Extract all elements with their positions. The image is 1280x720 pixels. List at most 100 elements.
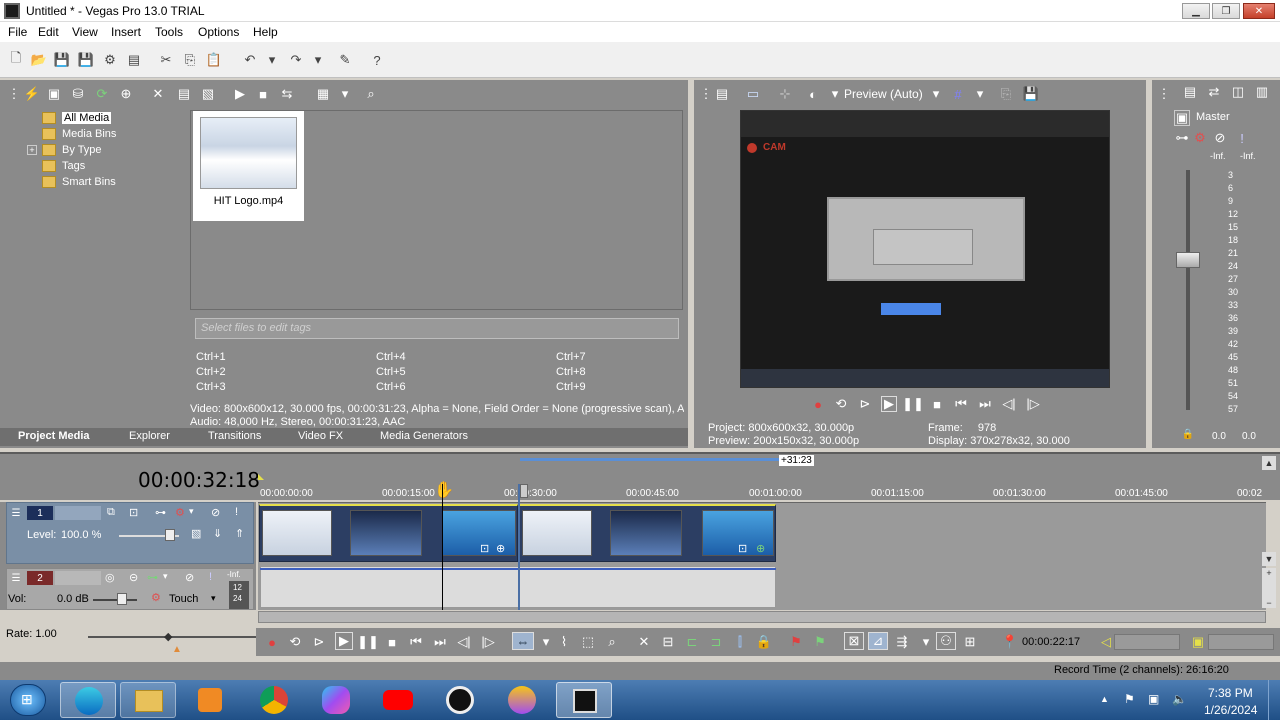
volume-slider-handle[interactable] xyxy=(117,593,127,605)
tab-project-media[interactable]: Project Media xyxy=(18,430,90,442)
show-desktop-button[interactable] xyxy=(1268,680,1280,720)
get-media-icon[interactable]: ⛁ xyxy=(70,86,86,102)
save-snapshot-icon[interactable]: 💾 xyxy=(1023,86,1039,102)
vegas-app-icon[interactable] xyxy=(4,3,20,19)
fader-lock-icon[interactable]: 🔒 xyxy=(1180,426,1196,442)
zoom-tool-icon[interactable]: ⌕ xyxy=(604,634,620,650)
minimize-button[interactable]: ▁ xyxy=(1182,3,1210,19)
master-fx-icon[interactable]: ▣ xyxy=(1174,110,1190,126)
volume-icon[interactable]: 🔈 xyxy=(1172,692,1187,706)
time-display[interactable]: 00:00:32:18 xyxy=(138,468,260,492)
tree-item-all-media[interactable]: All Media xyxy=(42,110,112,126)
taskbar-audio-app[interactable] xyxy=(494,682,550,718)
go-to-start-icon[interactable]: ⏮ xyxy=(408,634,424,650)
next-frame-icon[interactable]: |▷ xyxy=(480,634,496,650)
media-properties-icon[interactable]: ▤ xyxy=(176,86,192,102)
tab-explorer[interactable]: Explorer xyxy=(129,430,170,442)
scroll-down-icon[interactable]: ▼ xyxy=(1262,552,1276,566)
zoom-out-icon[interactable]: − xyxy=(1266,598,1271,608)
selection-tool-icon[interactable]: ⬚ xyxy=(580,634,596,650)
master-mute-icon[interactable]: ⊘ xyxy=(1212,130,1228,146)
play-media-icon[interactable]: ▶ xyxy=(232,86,248,102)
rate-slider[interactable] xyxy=(88,636,258,638)
invert-phase-icon[interactable]: ⊝ xyxy=(129,571,138,584)
views-icon[interactable]: ▦ xyxy=(315,86,331,102)
media-fx-icon[interactable]: ⊕ xyxy=(118,86,134,102)
mixer-properties-icon[interactable]: ▤ xyxy=(1182,84,1198,100)
auto-preview-icon[interactable]: ⇆ xyxy=(279,86,295,102)
pause-icon[interactable]: ❚❚ xyxy=(902,396,924,412)
tree-item-smart-bins[interactable]: Smart Bins xyxy=(42,174,116,190)
edit-tool-icon[interactable]: ✎ xyxy=(337,52,353,68)
taskbar-chrome[interactable] xyxy=(246,682,302,718)
menu-view[interactable]: View xyxy=(72,25,98,39)
event-pan-crop-icon[interactable]: ⊡ xyxy=(480,542,489,555)
event-fx-icon[interactable]: ⊕ xyxy=(756,542,765,555)
quality-dropdown-icon[interactable]: ▾ xyxy=(928,86,944,102)
master-insert-icon[interactable]: ⊶ xyxy=(1174,130,1190,146)
automation-mode-dropdown-icon[interactable]: ▾ xyxy=(211,593,216,604)
marker-icon[interactable] xyxy=(258,474,264,480)
save-icon[interactable]: 💾 xyxy=(54,52,70,68)
taskbar-time[interactable]: 7:38 PM xyxy=(1208,686,1253,700)
tags-input[interactable]: Select files to edit tags xyxy=(195,318,679,339)
automation-mode-select[interactable]: Touch xyxy=(169,593,198,605)
play-from-start-icon[interactable]: ⊳ xyxy=(857,396,873,412)
media-fx-chain-icon[interactable]: ▧ xyxy=(200,86,216,102)
stop-icon[interactable]: ■ xyxy=(929,396,945,412)
scroll-up-icon[interactable]: ▲ xyxy=(1262,456,1276,470)
play-icon[interactable]: ▶ xyxy=(335,632,353,650)
whats-this-icon[interactable]: ? xyxy=(369,52,385,68)
auto-crossfade-icon[interactable]: ⊿ xyxy=(868,632,888,650)
go-to-end-icon[interactable]: ⏭ xyxy=(977,396,993,412)
new-file-icon[interactable]: 🗋 xyxy=(8,50,24,68)
start-button[interactable]: ⊞ xyxy=(10,684,46,716)
taskbar-file-explorer[interactable] xyxy=(120,682,176,718)
tag-shortcut[interactable]: Ctrl+5 xyxy=(376,366,406,378)
preview-quality-select[interactable]: Preview (Auto) xyxy=(844,87,923,101)
automation-dropdown-icon[interactable]: ▾ xyxy=(163,571,168,582)
mixer-options-icon[interactable]: ▥ xyxy=(1254,84,1270,100)
selection-length-field[interactable] xyxy=(1208,634,1274,650)
go-to-end-icon[interactable]: ⏭ xyxy=(432,634,448,650)
insert-marker-icon[interactable]: ⚑ xyxy=(788,634,804,650)
splitter[interactable] xyxy=(0,452,1280,454)
play-from-start-icon[interactable]: ⊳ xyxy=(311,634,327,650)
open-folder-icon[interactable]: 📂 xyxy=(31,52,47,68)
menu-tools[interactable]: Tools xyxy=(155,25,183,39)
arm-record-icon[interactable]: ◎ xyxy=(105,571,115,584)
track-collapse-icon[interactable]: ☰ xyxy=(11,572,21,584)
audio-track-header[interactable]: ☰ 2 ◎ ⊝ ⊶ ▾ ⊘ ! -Inf. Vol: 0.0 dB ⚙ Touc… xyxy=(6,568,254,610)
menu-file[interactable]: File xyxy=(8,25,27,39)
move-down-icon[interactable]: ⇓ xyxy=(213,527,222,540)
render-icon[interactable]: ⚙ xyxy=(102,52,118,68)
menu-help[interactable]: Help xyxy=(253,25,278,39)
taskbar-edge[interactable] xyxy=(60,682,116,718)
vertical-zoom[interactable]: + − xyxy=(1262,568,1276,608)
record-icon[interactable]: ● xyxy=(264,634,280,650)
video-track-header[interactable]: ☰ 1 ⧉ ⊡ ⊶ ⚙ ▾ ⊘ ! Level: 100.0 % ▧ ⇓ ⇑ xyxy=(6,502,254,564)
tree-item-by-type[interactable]: By Type xyxy=(42,142,102,158)
previous-frame-icon[interactable]: ◁| xyxy=(456,634,472,650)
taskbar-date[interactable]: 1/26/2024 xyxy=(1204,703,1257,717)
redo-icon[interactable]: ↷ xyxy=(288,52,304,68)
volume-slider[interactable] xyxy=(93,599,137,601)
capture-video-icon[interactable]: ▣ xyxy=(46,86,62,102)
mute-icon[interactable]: ⊘ xyxy=(185,571,194,584)
show-hidden-icons[interactable]: ▲ xyxy=(1100,694,1109,704)
audio-track-name-field[interactable] xyxy=(55,571,101,585)
tag-shortcut[interactable]: Ctrl+3 xyxy=(196,381,226,393)
undo-icon[interactable]: ↶ xyxy=(242,52,258,68)
track-motion-icon[interactable]: ⊡ xyxy=(129,506,138,519)
tab-transitions[interactable]: Transitions xyxy=(208,430,261,442)
envelope-tool-icon[interactable]: ⌇ xyxy=(556,634,572,650)
refresh-icon[interactable]: ⟳ xyxy=(94,86,110,102)
move-up-icon[interactable]: ⇑ xyxy=(235,527,244,540)
close-button[interactable]: ✕ xyxy=(1243,3,1275,19)
cut-icon[interactable]: ✂ xyxy=(158,52,174,68)
play-icon[interactable]: ▶ xyxy=(881,396,897,412)
snapping-icon[interactable]: ⊞ xyxy=(962,634,978,650)
previous-frame-icon[interactable]: ◁| xyxy=(1001,396,1017,412)
insert-region-icon[interactable]: ⚑ xyxy=(812,634,828,650)
track-collapse-icon[interactable]: ☰ xyxy=(11,507,21,519)
